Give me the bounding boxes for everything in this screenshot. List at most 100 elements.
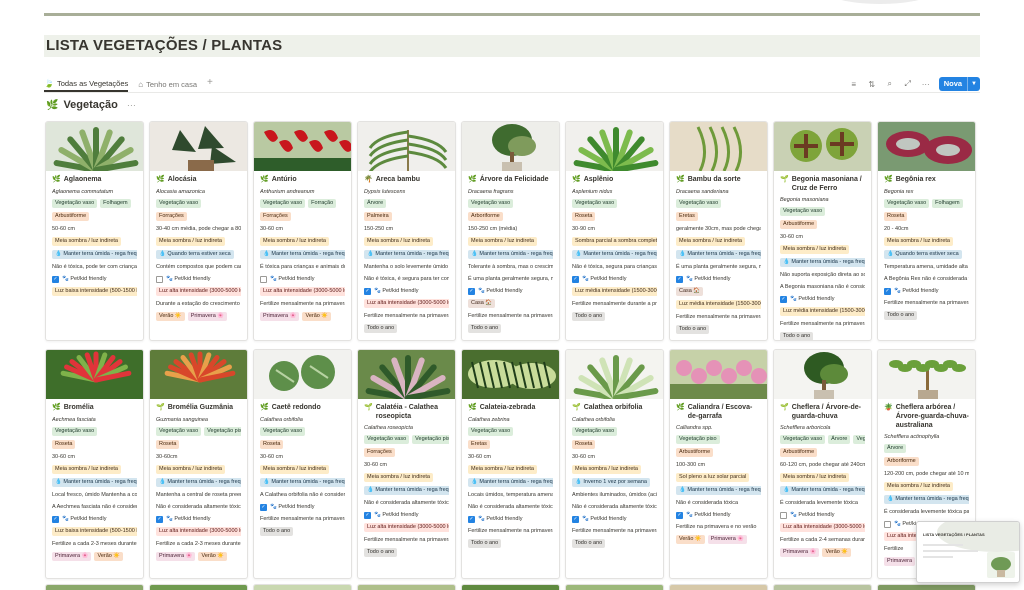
fertilizer-notes: Fertilize a cada 2-4 semanas durante [780,537,865,543]
new-button[interactable]: Nova ▼ [938,77,980,91]
property-tag: 💧 Inverno 1 vez por semana [572,478,650,487]
expand-icon[interactable]: ⤢ [903,79,913,89]
property-tag: Sombra parcial a sombra completa [572,237,657,246]
plant-card[interactable] [149,584,248,590]
water-tag: 💧 Manter terra úmida - rega frequente [468,478,553,487]
plant-card[interactable]: 🌿 Asplênio Asplenium nidus Vegetação vaso Ro… [565,121,664,341]
plant-card[interactable] [461,584,560,590]
pet-friendly-checkbox[interactable]: ✓ 🐾 Pet/kid friendly [468,515,553,523]
checkbox-icon[interactable] [884,520,891,528]
plant-card[interactable] [669,584,768,590]
plant-card[interactable]: 🌴 Areca bambu Dypsis lutescens Árvore Palmei… [357,121,456,341]
checkbox-icon[interactable]: ✓ [52,515,59,523]
plant-card[interactable]: 🌱 Calathea orbifolia Calathea orbifolia Veg… [565,349,664,579]
pet-friendly-checkbox[interactable]: ✓ 🐾 Pet/kid friendly [676,511,761,519]
pet-friendly-checkbox[interactable]: ✓ 🐾 Pet/kid friendly [468,287,553,295]
pet-friendly-checkbox[interactable]: 🐾 Pet/kid friendly [780,511,865,519]
plant-card[interactable]: 🌿 Bromélia Aechmea fasciata Vegetação vaso R… [45,349,144,579]
card-title: 🌿 Calateia-zebrada [468,403,553,413]
house-icon: ⌂ [138,79,144,89]
filter-icon[interactable]: ≡ [849,80,859,89]
water-tag: 💧 Manter terra úmida - rega frequente [572,250,657,259]
plant-card[interactable] [773,584,872,590]
pet-friendly-label: 🐾 Pet/kid friendly [374,512,419,518]
checkbox-icon[interactable]: ✓ [364,511,371,519]
checkbox-icon[interactable]: ✓ [364,287,371,295]
checkbox-icon[interactable] [260,275,267,283]
checkbox-icon[interactable]: ✓ [468,515,475,523]
plant-card[interactable]: 🌱 Begonia masoniana / Cruz de Ferro Begoni… [773,121,872,341]
card-title: 🌿 Caetê redondo [260,403,345,413]
pet-friendly-checkbox[interactable]: 🐾 Pet/kid friendly [156,275,241,283]
plant-card[interactable]: 🌱 Cheflera / Árvore-de-guarda-chuva Scheff… [773,349,872,579]
checkbox-icon[interactable]: ✓ [52,275,59,283]
scientific-name: Calathea zebrina [468,417,510,423]
checkbox-icon[interactable]: ✓ [468,287,475,295]
plant-card[interactable]: 🌿 Bambu da sorte Dracaena sanderiana Vegeta… [669,121,768,341]
plant-name: Árvore da Felicidade [479,176,549,183]
checkbox-icon[interactable]: ✓ [676,275,683,283]
plant-card[interactable]: 🌿 Calateia-zebrada Calathea zebrina Vegetaç… [461,349,560,579]
season-tags: Verão ☀️ Primavera 🌸 [156,312,241,321]
checkbox-icon[interactable]: ✓ [780,295,787,303]
pet-friendly-checkbox[interactable]: ✓ 🐾 Pet/kid friendly [52,275,137,283]
tab-tenho-em-casa[interactable]: ⌂ Tenho em casa [138,76,197,92]
checkbox-icon[interactable]: ✓ [260,503,267,511]
pet-friendly-checkbox[interactable]: ✓ 🐾 Pet/kid friendly [884,287,969,295]
pet-friendly-checkbox[interactable]: ✓ 🐾 Pet/kid friendly [780,295,865,303]
plant-card[interactable]: 🌱 Bromélia Guzmânia Guzmania sanguinea Vege… [149,349,248,579]
pet-friendly-checkbox[interactable]: ✓ 🐾 Pet/kid friendly [676,275,761,283]
pet-friendly-checkbox[interactable]: ✓ 🐾 Pet/kid friendly [572,515,657,523]
group-title[interactable]: Vegetação [63,99,117,111]
tab-todas-as-vegetacoes[interactable]: 🍃 Todas as Vegetações [44,76,129,92]
group-more-button[interactable]: ··· [127,100,136,110]
shape-tag: Arboriforme [884,457,969,466]
sort-icon[interactable]: ⇅ [867,80,877,89]
plant-card[interactable] [565,584,664,590]
more-options-icon[interactable]: ··· [921,80,931,89]
plant-card[interactable]: 🌿 Begônia rex Begonia rex Vegetação vaso Fol… [877,121,976,341]
scientific-name: Calliandra spp. [676,425,713,431]
plant-card[interactable]: 🌿 Alocásia Alocasia amazonica Vegetação vas… [149,121,248,341]
preview-line [923,544,963,546]
property-tag: Vegetação vaso [156,427,202,436]
shape-tag: Eretas [468,440,553,449]
checkbox-icon[interactable] [780,511,787,519]
plant-card[interactable]: 🌿 Caetê redondo Calathea orbifolia Vegetaçã… [253,349,352,579]
page-preview-thumbnail[interactable]: LISTA VEGETAÇÕES / PLANTAS [916,521,1020,583]
checkbox-icon[interactable]: ✓ [572,515,579,523]
pet-friendly-checkbox[interactable]: ✓ 🐾 Pet/kid friendly [156,515,241,523]
checkbox-icon[interactable]: ✓ [676,511,683,519]
checkbox-icon[interactable]: ✓ [156,515,163,523]
property-tag: Primavera 🌸 [187,312,228,321]
plant-card[interactable]: 🌿 Antúrio Anthurium andreanum Vegetação vas… [253,121,352,341]
pet-friendly-checkbox[interactable]: ✓ 🐾 Pet/kid friendly [572,275,657,283]
page-title[interactable]: LISTA VEGETAÇÕES / PLANTAS [44,35,980,57]
plant-card[interactable] [45,584,144,590]
pet-friendly-checkbox[interactable]: ✓ 🐾 Pet/kid friendly [260,503,345,511]
plant-card[interactable]: 🌱 Calatéia - Calathea roseopicta Calathea … [357,349,456,579]
checkbox-icon[interactable]: ✓ [884,287,891,295]
search-icon[interactable]: ⌕ [885,79,895,89]
add-view-icon[interactable]: + [207,76,213,90]
plant-notes: Não suporta exposição direta ao sol [780,272,865,278]
checkbox-icon[interactable] [156,275,163,283]
property-tag: Verão ☀️ [302,312,332,321]
light-intensity-tag: Luz média intensidade (1500-3000 lux) [676,300,761,309]
checkbox-icon[interactable]: ✓ [572,275,579,283]
plant-card[interactable]: 🌿 Aglaonema Aglaonema commutatum Vegetação … [45,121,144,341]
plant-card[interactable]: 🌿 Caliandra / Escova-de-garrafa Calliandra… [669,349,768,579]
pet-friendly-checkbox[interactable]: 🐾 Pet/kid friendly [260,275,345,283]
plant-card[interactable] [877,584,976,590]
pet-friendly-checkbox[interactable]: ✓ 🐾 Pet/kid friendly [364,511,449,519]
plant-icon: 🌿 [676,176,685,183]
chevron-down-icon[interactable]: ▼ [967,77,980,91]
plant-card[interactable] [357,584,456,590]
pet-friendly-checkbox[interactable]: ✓ 🐾 Pet/kid friendly [364,287,449,295]
plant-size: 100-300 cm [676,462,706,468]
card-title: 🌿 Asplênio [572,175,657,185]
scientific-name: Calathea orbifolia [260,417,303,423]
plant-card[interactable]: 🌿 Árvore da Felicidade Dracaena fragrans Ve… [461,121,560,341]
plant-card[interactable] [253,584,352,590]
pet-friendly-checkbox[interactable]: ✓ 🐾 Pet/kid friendly [52,515,137,523]
